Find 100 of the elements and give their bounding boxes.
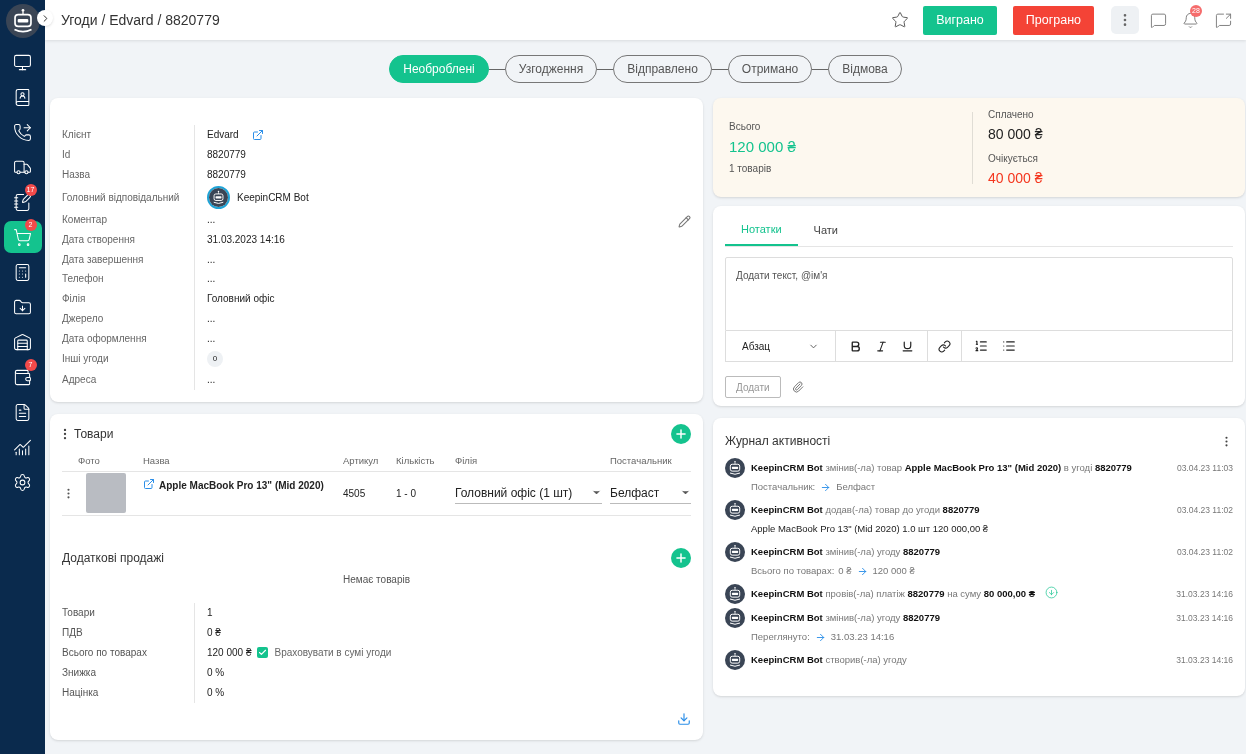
field-value: KeepinCRM Bot bbox=[237, 190, 309, 205]
arrow-right-icon bbox=[820, 481, 832, 493]
change-label: Постачальник: bbox=[751, 479, 816, 494]
new-value: 31.03.23 14:16 bbox=[830, 629, 895, 644]
column-header: Філія bbox=[455, 453, 479, 468]
column-header: Постачальник bbox=[610, 453, 672, 468]
calculator-icon bbox=[13, 262, 32, 282]
activity-text: KeepinCRM Bot змінив(-ла) угоду 8820779 bbox=[751, 610, 940, 625]
field-label: ПДВ bbox=[62, 626, 83, 641]
field-label: Коментар bbox=[62, 213, 107, 228]
column-header: Кількість bbox=[396, 453, 436, 468]
field-value: 8820779 bbox=[207, 167, 246, 182]
field-value: ... bbox=[207, 373, 216, 388]
activity-text: KeepinCRM Bot змінив(-ла) угоду 8820779 bbox=[751, 544, 940, 559]
activity-time: 03.04.23 11:02 bbox=[1175, 545, 1233, 559]
plus-icon bbox=[674, 550, 688, 565]
field-label: Клієнт bbox=[62, 128, 92, 143]
download-icon[interactable] bbox=[677, 711, 691, 726]
star-icon[interactable] bbox=[891, 11, 910, 29]
link-icon[interactable] bbox=[938, 339, 951, 353]
field-label: Головний відповідальний bbox=[62, 190, 180, 205]
photo-placeholder bbox=[86, 473, 126, 514]
share-message-icon[interactable] bbox=[1215, 11, 1232, 29]
notepad-pen-icon bbox=[13, 192, 32, 212]
product-name[interactable]: Apple MacBook Pro 13" (Mid 2020) bbox=[159, 477, 324, 493]
phone-icon bbox=[13, 122, 32, 142]
field-label: Джерело bbox=[62, 311, 104, 326]
chart-icon bbox=[13, 437, 32, 457]
field-label: Філія bbox=[62, 292, 86, 307]
field-value: 8820779 bbox=[207, 148, 246, 163]
field-value: Головний офіс bbox=[207, 292, 275, 307]
monitor-icon bbox=[13, 52, 32, 72]
italic-icon[interactable] bbox=[875, 339, 888, 353]
warehouse-icon bbox=[13, 332, 32, 352]
section-title: Додаткові продажі bbox=[62, 549, 164, 567]
wallet-icon bbox=[13, 367, 32, 387]
contact-list-icon bbox=[13, 87, 32, 107]
arrow-right-icon bbox=[856, 565, 868, 577]
bold-icon[interactable] bbox=[849, 339, 862, 353]
paperclip-icon[interactable] bbox=[791, 381, 804, 393]
expected-label: Очікується bbox=[988, 151, 1039, 166]
robot-logo-icon bbox=[5, 4, 40, 38]
field-value: Edvard bbox=[207, 128, 239, 143]
include-checkbox[interactable] bbox=[256, 647, 268, 659]
note-input-field[interactable]: Додати текст, @ім'я bbox=[725, 257, 1233, 331]
field-value: ... bbox=[207, 272, 216, 287]
lost-button[interactable]: Програно bbox=[1012, 5, 1094, 35]
check-icon bbox=[257, 648, 267, 658]
branch-select[interactable]: Головний офіс (1 шт) bbox=[455, 482, 602, 505]
count-badge[interactable]: 0 bbox=[207, 350, 223, 367]
field-label: Дата створення bbox=[62, 233, 135, 248]
chat-icon[interactable] bbox=[1150, 11, 1167, 29]
section-title: Журнал активності bbox=[725, 433, 831, 450]
breadcrumb: Угоди / Edvard / 8820779 bbox=[61, 10, 220, 30]
underline-icon[interactable] bbox=[901, 339, 914, 353]
external-link-icon[interactable] bbox=[251, 128, 264, 141]
robot-avatar-icon bbox=[725, 542, 745, 562]
folder-download-icon bbox=[13, 297, 32, 317]
table-cell-text: 1 - 0 bbox=[396, 486, 417, 501]
edit-icon[interactable] bbox=[678, 215, 691, 228]
new-value: 120 000 ₴ bbox=[872, 563, 915, 578]
external-link-icon[interactable] bbox=[143, 477, 155, 490]
field-label: Дата оформлення bbox=[62, 331, 147, 346]
robot-avatar-icon bbox=[725, 584, 745, 604]
expected-amount: 40 000 ₴ bbox=[988, 168, 1043, 188]
field-label: Id bbox=[62, 148, 71, 163]
field-value: 120 000 ₴ bbox=[207, 646, 252, 661]
robot-avatar-icon bbox=[725, 650, 745, 670]
field-label: Націнка bbox=[62, 686, 99, 701]
field-value: 0 ₴ bbox=[207, 626, 221, 641]
activity-detail: Apple MacBook Pro 13" (Mid 2020) 1.0 шт 120 000,00 ₴ bbox=[751, 521, 989, 536]
robot-avatar-icon bbox=[725, 500, 745, 520]
field-label: Адреса bbox=[62, 373, 97, 388]
field-label: Всього по товарах bbox=[62, 646, 147, 661]
field-label: Знижка bbox=[62, 666, 96, 681]
column-header: Артикул bbox=[343, 453, 380, 468]
field-label: Інші угоди bbox=[62, 352, 109, 367]
notification-icon[interactable] bbox=[1182, 11, 1199, 29]
field-value: 1 bbox=[207, 606, 213, 621]
change-label: Всього по товарах: bbox=[751, 563, 835, 578]
collapse-button[interactable] bbox=[37, 10, 53, 26]
activity-text: KeepinCRM Bot створив(-ла) угоду bbox=[751, 652, 907, 667]
settings-icon bbox=[13, 472, 32, 492]
activity-time: 03.04.23 11:02 bbox=[1175, 503, 1233, 517]
robot-avatar-icon bbox=[209, 187, 228, 207]
paid-amount: 80 000 ₴ bbox=[988, 124, 1043, 144]
table-cell-text: 4505 bbox=[343, 486, 367, 501]
change-label: Переглянуто: bbox=[751, 629, 810, 644]
field-value: ... bbox=[207, 213, 216, 228]
bullet-list-icon[interactable] bbox=[1002, 339, 1016, 353]
field-value: 0 % bbox=[207, 666, 225, 681]
activity-time: 31.03.23 14:16 bbox=[1175, 653, 1233, 667]
activity-text: KeepinCRM Bot додав(-ла) товар до угоди 8820779 bbox=[751, 502, 980, 517]
field-label: Назва bbox=[62, 167, 91, 182]
numbered-list-icon[interactable] bbox=[974, 339, 988, 353]
old-value: 0 ₴ bbox=[838, 563, 852, 578]
tab[interactable]: Чати bbox=[797, 214, 854, 246]
activity-text: KeepinCRM Bot провів(-ла) платіж 8820779 на суму 80 000,00 ₴ bbox=[751, 586, 1035, 601]
section-title: Товари bbox=[74, 425, 114, 443]
supplier-select[interactable]: Белфаст bbox=[610, 482, 691, 505]
